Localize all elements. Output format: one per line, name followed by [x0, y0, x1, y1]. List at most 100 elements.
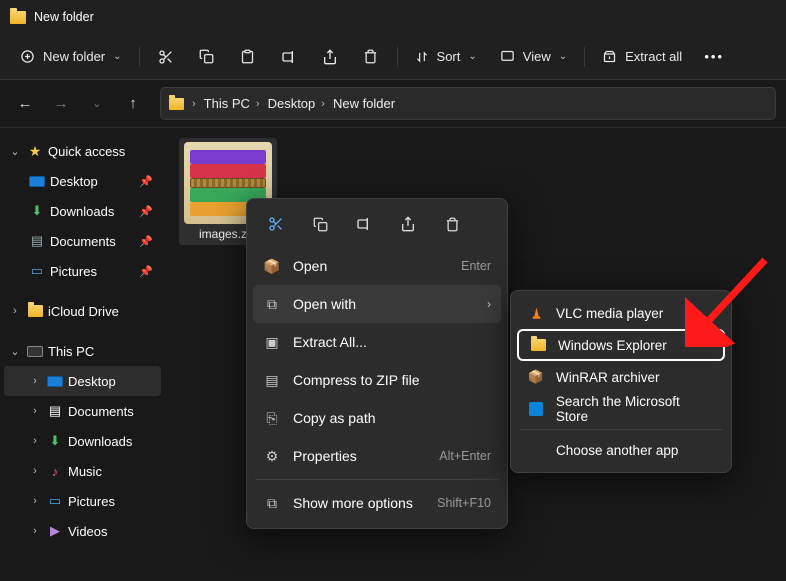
up-button[interactable]: ↑	[118, 89, 148, 119]
cut-icon	[158, 49, 174, 65]
document-icon: ▤	[46, 403, 64, 419]
sidebar-item-documents[interactable]: ▤Documents📌	[4, 226, 161, 256]
pin-icon: 📌	[139, 265, 153, 278]
copy-button[interactable]	[188, 40, 226, 74]
chevron-down-icon: ⌄	[113, 51, 121, 62]
sidebar-item-downloads[interactable]: ⬇Downloads📌	[4, 196, 161, 226]
cloud-icon	[26, 305, 44, 317]
recent-dropdown[interactable]: ⌄	[82, 89, 112, 119]
sidebar-item-icloud[interactable]: › iCloud Drive	[4, 296, 161, 326]
music-icon: ♪	[46, 464, 64, 479]
delete-button[interactable]	[352, 40, 390, 74]
download-icon: ⬇	[28, 203, 46, 219]
submenu-item-store[interactable]: Search the Microsoft Store	[517, 393, 725, 425]
cut-button[interactable]	[255, 207, 297, 241]
submenu-item-windows-explorer[interactable]: Windows Explorer	[517, 329, 725, 361]
rename-button[interactable]	[270, 40, 308, 74]
menu-item-open-with[interactable]: ⧉ Open with ›	[253, 285, 501, 323]
desktop-icon	[47, 376, 63, 387]
open-with-submenu: VLC media player Windows Explorer 📦 WinR…	[510, 290, 732, 473]
sidebar-item-documents[interactable]: ›▤Documents	[4, 396, 161, 426]
forward-button[interactable]: →	[46, 89, 76, 119]
sidebar: ⌄ ★ Quick access Desktop📌 ⬇Downloads📌 ▤D…	[0, 128, 165, 581]
menu-item-more-options[interactable]: ⧉ Show more options Shift+F10	[253, 484, 501, 522]
sidebar-item-desktop[interactable]: Desktop📌	[4, 166, 161, 196]
extract-all-button[interactable]: Extract all	[592, 40, 692, 74]
view-button[interactable]: View ⌄	[490, 40, 577, 74]
desktop-icon	[29, 176, 45, 187]
chevron-right-icon: ›	[28, 495, 42, 507]
path-icon: ⎘	[263, 410, 281, 427]
chevron-right-icon: ›	[28, 375, 42, 387]
video-icon: ▶	[46, 523, 64, 539]
folder-icon	[169, 98, 184, 110]
menu-item-open[interactable]: 📦 Open Enter	[253, 247, 501, 285]
winrar-icon: 📦	[527, 368, 545, 386]
download-icon: ⬇	[46, 433, 64, 449]
sidebar-item-videos[interactable]: ›▶Videos	[4, 516, 161, 546]
chevron-right-icon: ›	[28, 435, 42, 447]
pc-icon	[26, 346, 44, 357]
chevron-down-icon: ⌄	[559, 51, 567, 62]
extract-icon	[602, 49, 617, 64]
store-icon	[527, 400, 545, 418]
open-with-icon: ⧉	[263, 296, 281, 313]
pin-icon: 📌	[139, 205, 153, 218]
delete-button[interactable]	[431, 207, 473, 241]
folder-icon	[529, 336, 547, 354]
sidebar-item-desktop[interactable]: ›Desktop	[4, 366, 161, 396]
trash-icon	[363, 49, 378, 64]
chevron-right-icon: ›	[28, 525, 42, 537]
share-button[interactable]	[311, 40, 349, 74]
breadcrumb[interactable]: This PC›	[204, 96, 262, 111]
submenu-item-vlc[interactable]: VLC media player	[517, 297, 725, 329]
paste-button[interactable]	[229, 40, 267, 74]
chevron-right-icon: ›	[28, 465, 42, 477]
star-icon: ★	[26, 143, 44, 160]
sort-button[interactable]: Sort ⌄	[405, 40, 487, 74]
sidebar-item-pictures[interactable]: ›▭Pictures	[4, 486, 161, 516]
more-button[interactable]: •••	[695, 40, 733, 74]
new-folder-button[interactable]: New folder ⌄	[10, 40, 132, 74]
sort-icon	[415, 50, 429, 64]
menu-item-copy-path[interactable]: ⎘ Copy as path	[253, 399, 501, 437]
chevron-right-icon: ›	[192, 98, 196, 110]
menu-item-compress[interactable]: ▤ Compress to ZIP file	[253, 361, 501, 399]
pin-icon: 📌	[139, 175, 153, 188]
view-icon	[500, 49, 515, 64]
nav-row: ← → ⌄ ↑ › This PC› Desktop› New folder	[0, 80, 786, 128]
archive-icon: 📦	[263, 258, 281, 275]
menu-item-extract-all[interactable]: ▣ Extract All...	[253, 323, 501, 361]
share-button[interactable]	[387, 207, 429, 241]
new-icon	[20, 49, 35, 64]
picture-icon: ▭	[28, 263, 46, 279]
divider	[139, 47, 140, 67]
divider	[255, 479, 499, 480]
address-bar[interactable]: › This PC› Desktop› New folder	[160, 87, 776, 120]
copy-button[interactable]	[299, 207, 341, 241]
sidebar-item-downloads[interactable]: ›⬇Downloads	[4, 426, 161, 456]
sidebar-item-quick-access[interactable]: ⌄ ★ Quick access	[4, 136, 161, 166]
toolbar: New folder ⌄ Sort ⌄ View ⌄ Extract all •…	[0, 34, 786, 80]
sidebar-item-pictures[interactable]: ▭Pictures📌	[4, 256, 161, 286]
cut-button[interactable]	[147, 40, 185, 74]
breadcrumb[interactable]: Desktop›	[268, 96, 327, 111]
breadcrumb[interactable]: New folder	[333, 96, 395, 111]
submenu-item-choose-app[interactable]: Choose another app	[517, 434, 725, 466]
copy-icon	[199, 49, 214, 64]
properties-icon: ⚙	[263, 448, 281, 465]
sidebar-item-this-pc[interactable]: ⌄ This PC	[4, 336, 161, 366]
chevron-right-icon: ›	[8, 305, 22, 317]
divider	[397, 47, 398, 67]
vlc-icon	[527, 304, 545, 322]
menu-item-properties[interactable]: ⚙ Properties Alt+Enter	[253, 437, 501, 475]
more-icon: ⧉	[263, 495, 281, 512]
chevron-right-icon: ›	[28, 405, 42, 417]
sidebar-item-music[interactable]: ›♪Music	[4, 456, 161, 486]
pin-icon: 📌	[139, 235, 153, 248]
submenu-item-winrar[interactable]: 📦 WinRAR archiver	[517, 361, 725, 393]
folder-icon	[10, 11, 26, 24]
document-icon: ▤	[28, 233, 46, 249]
rename-button[interactable]	[343, 207, 385, 241]
back-button[interactable]: ←	[10, 89, 40, 119]
